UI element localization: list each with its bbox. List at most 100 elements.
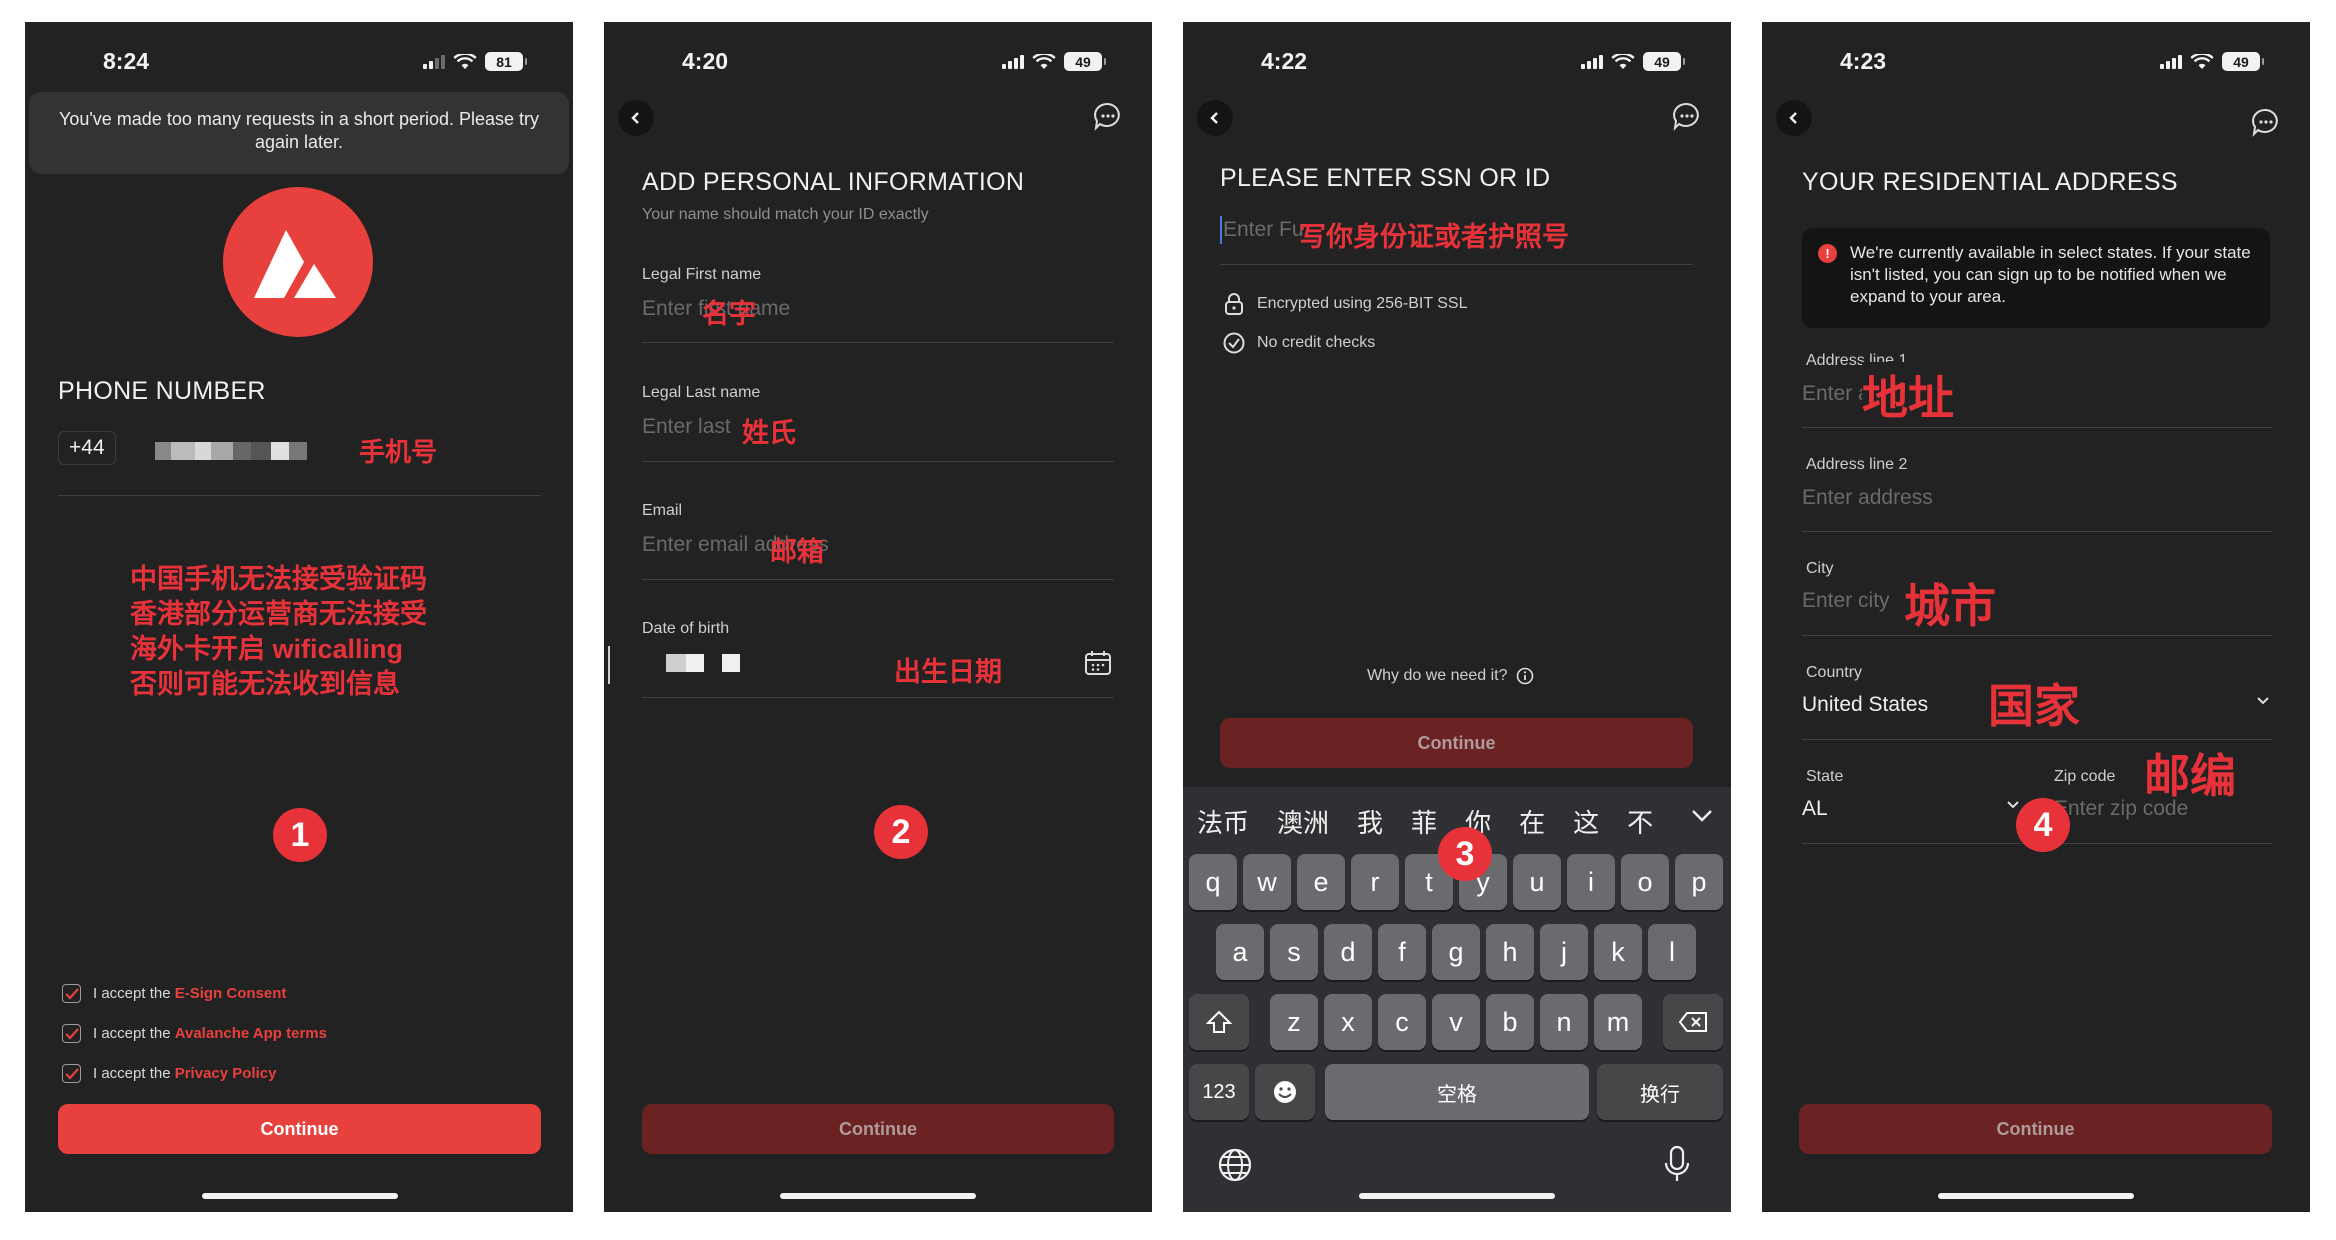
key-e[interactable]: e <box>1297 854 1345 910</box>
checkbox-row-privacy[interactable]: I accept the Privacy Policy <box>62 1064 276 1083</box>
key-z[interactable]: z <box>1270 994 1318 1050</box>
key-o[interactable]: o <box>1621 854 1669 910</box>
last-name-annotation: 姓氏 <box>742 418 796 448</box>
continue-button[interactable]: Continue <box>1799 1104 2272 1154</box>
address-line-2-input[interactable]: Enter address <box>1802 486 1933 510</box>
key-q[interactable]: q <box>1189 854 1237 910</box>
back-button[interactable] <box>1197 100 1233 136</box>
status-bar-icons: 49 <box>2160 52 2264 71</box>
app-terms-link[interactable]: Avalanche App terms <box>175 1025 327 1042</box>
continue-button[interactable]: Continue <box>642 1104 1114 1154</box>
home-indicator <box>1359 1193 1555 1199</box>
divider <box>2054 843 2272 844</box>
key-g[interactable]: g <box>1432 924 1480 980</box>
home-indicator <box>1938 1193 2134 1199</box>
checkbox-icon[interactable] <box>62 1024 81 1043</box>
avalanche-logo <box>223 187 373 337</box>
key-a[interactable]: a <box>1216 924 1264 980</box>
phone-annotation: 手机号 <box>359 437 438 467</box>
candidate-word[interactable]: 菲 <box>1411 803 1437 840</box>
chevron-down-icon[interactable] <box>2006 800 2020 810</box>
continue-button[interactable]: Continue <box>58 1104 541 1154</box>
space-key[interactable]: 空格 <box>1325 1064 1589 1120</box>
warning-note-line: 香港部分运营商无法接受 <box>130 599 427 629</box>
key-f[interactable]: f <box>1378 924 1426 980</box>
state-label: State <box>1806 768 1844 785</box>
back-button[interactable] <box>1776 100 1812 136</box>
candidate-word[interactable]: 澳洲 <box>1277 803 1329 840</box>
key-w[interactable]: w <box>1243 854 1291 910</box>
candidate-word[interactable]: 这 <box>1573 803 1599 840</box>
chat-bubble-icon[interactable] <box>1671 100 1703 132</box>
status-bar-icons: 81 <box>423 52 527 71</box>
back-chevron-icon <box>631 112 639 124</box>
key-m[interactable]: m <box>1594 994 1642 1050</box>
privacy-policy-link[interactable]: Privacy Policy <box>175 1065 277 1082</box>
checkbox-icon[interactable] <box>62 1064 81 1083</box>
candidate-word[interactable]: 在 <box>1519 803 1545 840</box>
microphone-icon[interactable] <box>1663 1145 1691 1183</box>
page-title: PHONE NUMBER <box>58 377 266 405</box>
chevron-down-icon[interactable] <box>1691 809 1713 823</box>
phone-number-input[interactable] <box>155 442 307 460</box>
state-select[interactable]: AL <box>1802 797 1828 821</box>
candidate-word[interactable]: 不 <box>1627 803 1653 840</box>
back-button[interactable] <box>618 100 654 136</box>
address-annotation: 地址 <box>1862 362 1958 428</box>
key-u[interactable]: u <box>1513 854 1561 910</box>
key-c[interactable]: c <box>1378 994 1426 1050</box>
wifi-icon <box>1032 53 1056 69</box>
wifi-icon <box>453 53 477 69</box>
continue-button[interactable]: Continue <box>1220 718 1693 768</box>
chat-bubble-icon[interactable] <box>2250 106 2282 138</box>
key-b[interactable]: b <box>1486 994 1534 1050</box>
divider <box>642 342 1114 343</box>
checkbox-icon[interactable] <box>62 984 81 1003</box>
chevron-down-icon[interactable] <box>2256 696 2270 706</box>
zip-annotation: 邮编 <box>2144 750 2236 802</box>
country-select[interactable]: United States <box>1802 693 1928 717</box>
calendar-icon[interactable] <box>1084 650 1112 676</box>
ssn-annotation: 写你身份证或者护照号 <box>1299 222 1569 252</box>
key-d[interactable]: d <box>1324 924 1372 980</box>
checkmark-icon <box>64 1067 79 1080</box>
candidate-word[interactable]: 法币 <box>1197 803 1249 840</box>
chat-bubble-icon[interactable] <box>1092 100 1124 132</box>
warning-note: 中国手机无法接受验证码 香港部分运营商无法接受 海外卡开启 wificallin… <box>130 562 427 702</box>
key-r[interactable]: r <box>1351 854 1399 910</box>
numbers-key[interactable]: 123 <box>1189 1064 1249 1120</box>
shift-icon <box>1206 1010 1232 1033</box>
key-l[interactable]: l <box>1648 924 1696 980</box>
checkbox-row-app-terms[interactable]: I accept the Avalanche App terms <box>62 1024 327 1043</box>
key-i[interactable]: i <box>1567 854 1615 910</box>
dob-input[interactable] <box>666 654 740 672</box>
page-title: PLEASE ENTER SSN OR ID <box>1220 164 1551 192</box>
key-p[interactable]: p <box>1675 854 1723 910</box>
country-code-selector[interactable]: +44 <box>58 431 116 465</box>
key-j[interactable]: j <box>1540 924 1588 980</box>
checkbox-row-esign[interactable]: I accept the E-Sign Consent <box>62 984 286 1003</box>
key-n[interactable]: n <box>1540 994 1588 1050</box>
encrypted-info-row: Encrypted using 256-BIT SSL <box>1223 292 1468 316</box>
emoji-key[interactable] <box>1255 1064 1315 1120</box>
key-k[interactable]: k <box>1594 924 1642 980</box>
delete-icon <box>1678 1012 1707 1032</box>
return-key[interactable]: 换行 <box>1597 1064 1723 1120</box>
candidate-word[interactable]: 我 <box>1357 803 1383 840</box>
wifi-icon <box>1611 53 1635 69</box>
last-name-input[interactable]: Enter last <box>642 415 731 439</box>
why-need-link[interactable]: Why do we need it? <box>1367 667 1534 685</box>
ssn-input[interactable]: Enter Fu <box>1223 218 1304 242</box>
key-v[interactable]: v <box>1432 994 1480 1050</box>
rate-limit-toast: You've made too many requests in a short… <box>29 92 569 174</box>
city-input[interactable]: Enter city <box>1802 589 1890 613</box>
globe-icon[interactable] <box>1217 1147 1253 1183</box>
esign-consent-link[interactable]: E-Sign Consent <box>175 985 287 1002</box>
key-x[interactable]: x <box>1324 994 1372 1050</box>
key-s[interactable]: s <box>1270 924 1318 980</box>
email-label: Email <box>642 502 683 519</box>
delete-key[interactable] <box>1663 994 1723 1050</box>
key-h[interactable]: h <box>1486 924 1534 980</box>
status-bar-icons: 49 <box>1002 52 1106 71</box>
shift-key[interactable] <box>1189 994 1249 1050</box>
